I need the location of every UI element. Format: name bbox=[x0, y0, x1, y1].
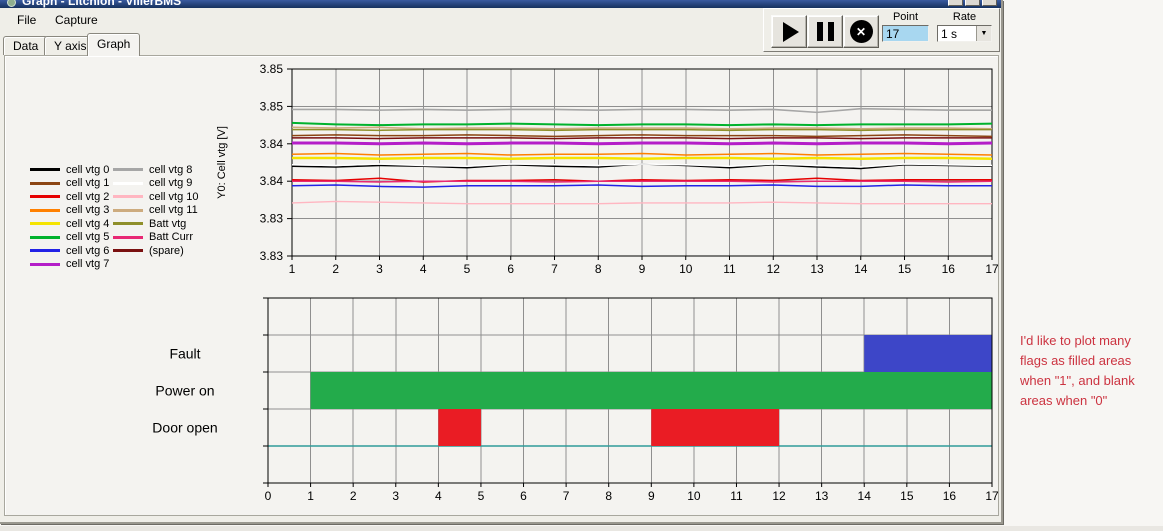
y-tick-label: 3.83 bbox=[260, 212, 284, 226]
x-tick-label: 17 bbox=[985, 262, 998, 276]
point-label: Point bbox=[892, 11, 919, 23]
y-tick-label: 3.84 bbox=[260, 137, 284, 151]
x-tick-label: 5 bbox=[478, 489, 485, 503]
x-tick-label: 5 bbox=[464, 262, 471, 276]
screenshot-stage: Graph - Litchion - VillerBMS File Captur… bbox=[0, 0, 1163, 531]
graph-tab-panel: cell vtg 0 cell vtg 1 cell vtg 2 cell vtg 3… bbox=[4, 55, 999, 516]
chevron-down-icon[interactable]: ▼ bbox=[976, 26, 991, 41]
stop-button[interactable]: ✕ bbox=[843, 15, 879, 48]
stop-icon: ✕ bbox=[849, 20, 873, 43]
x-tick-label: 16 bbox=[942, 262, 956, 276]
x-tick-label: 9 bbox=[639, 262, 646, 276]
x-tick-label: 15 bbox=[898, 262, 912, 276]
x-tick-label: 13 bbox=[815, 489, 829, 503]
series-line bbox=[292, 137, 992, 140]
flag-bar bbox=[864, 335, 992, 372]
x-tick-label: 1 bbox=[307, 489, 314, 503]
y-tick-label: 3.84 bbox=[260, 174, 284, 188]
x-tick-label: 4 bbox=[420, 262, 427, 276]
y-tick-label: 3.83 bbox=[260, 249, 284, 263]
x-tick-label: 3 bbox=[376, 262, 383, 276]
menubar: File Capture bbox=[0, 8, 760, 32]
minimize-button[interactable] bbox=[948, 0, 963, 6]
x-tick-label: 12 bbox=[767, 262, 781, 276]
x-tick-label: 8 bbox=[605, 489, 612, 503]
x-tick-label: 11 bbox=[723, 262, 736, 276]
point-input[interactable] bbox=[882, 25, 929, 42]
series-line bbox=[292, 180, 993, 183]
x-tick-label: 7 bbox=[551, 262, 558, 276]
x-tick-label: 17 bbox=[985, 489, 998, 503]
x-tick-label: 2 bbox=[332, 262, 339, 276]
x-tick-label: 13 bbox=[810, 262, 824, 276]
flag-bar bbox=[438, 409, 481, 446]
tab-data[interactable]: Data bbox=[3, 36, 49, 55]
x-tick-label: 6 bbox=[507, 262, 514, 276]
flag-bar bbox=[310, 372, 992, 409]
play-button[interactable] bbox=[771, 15, 807, 48]
x-tick-label: 12 bbox=[772, 489, 786, 503]
x-tick-label: 7 bbox=[563, 489, 570, 503]
annotation-note: I'd like to plot many flags as filled ar… bbox=[1020, 333, 1135, 408]
app-window: Graph - Litchion - VillerBMS File Captur… bbox=[0, 0, 1003, 524]
app-icon bbox=[7, 0, 16, 7]
rate-select[interactable]: 1 s ▼ bbox=[937, 25, 992, 42]
x-tick-label: 14 bbox=[858, 489, 872, 503]
close-button[interactable] bbox=[982, 0, 997, 6]
row-label: Door open bbox=[152, 420, 217, 436]
rate-label: Rate bbox=[952, 11, 977, 23]
row-label: Power on bbox=[155, 383, 214, 399]
y-tick-label: 3.85 bbox=[260, 99, 284, 113]
x-tick-label: 3 bbox=[392, 489, 399, 503]
x-tick-label: 10 bbox=[679, 262, 693, 276]
charts-canvas: 3.853.853.843.843.833.831 2 3 4 5 6 7 8 9 10 11 12 1… bbox=[152, 62, 998, 503]
x-tick-label: 8 bbox=[595, 262, 602, 276]
window-title: Graph - Litchion - VillerBMS bbox=[22, 0, 182, 8]
row-label: Fault bbox=[169, 346, 200, 362]
x-tick-label: 1 bbox=[289, 262, 296, 276]
series-line bbox=[292, 156, 993, 161]
series-line bbox=[291, 126, 993, 130]
flag-bar bbox=[651, 409, 780, 446]
series-line bbox=[292, 128, 992, 132]
menu-file[interactable]: File bbox=[10, 8, 43, 32]
tab-graph[interactable]: Graph bbox=[87, 33, 141, 56]
x-tick-label: 16 bbox=[943, 489, 957, 503]
pause-button[interactable] bbox=[807, 15, 843, 48]
x-tick-label: 4 bbox=[435, 489, 442, 503]
menu-capture[interactable]: Capture bbox=[48, 8, 105, 32]
desktop-strip bbox=[0, 526, 1163, 531]
x-tick-label: 2 bbox=[350, 489, 357, 503]
series-line bbox=[292, 141, 993, 146]
x-tick-label: 9 bbox=[648, 489, 655, 503]
titlebar: Graph - Litchion - VillerBMS bbox=[0, 0, 1001, 8]
x-tick-label: 6 bbox=[520, 489, 527, 503]
maximize-button[interactable] bbox=[965, 0, 980, 6]
x-tick-label: 14 bbox=[854, 262, 868, 276]
x-tick-label: 15 bbox=[900, 489, 914, 503]
x-tick-label: 10 bbox=[687, 489, 701, 503]
rate-value: 1 s bbox=[941, 26, 958, 41]
pause-icon bbox=[816, 22, 834, 41]
y-axis-title: Y0: Cell vtg [V] bbox=[216, 126, 228, 199]
x-tick-label: 0 bbox=[265, 489, 272, 503]
x-tick-label: 11 bbox=[730, 489, 743, 503]
window-controls bbox=[948, 0, 997, 6]
play-icon bbox=[782, 21, 799, 42]
capture-toolbar: ✕ Point Rate 1 s ▼ bbox=[763, 8, 1000, 52]
y-tick-label: 3.85 bbox=[260, 62, 284, 76]
